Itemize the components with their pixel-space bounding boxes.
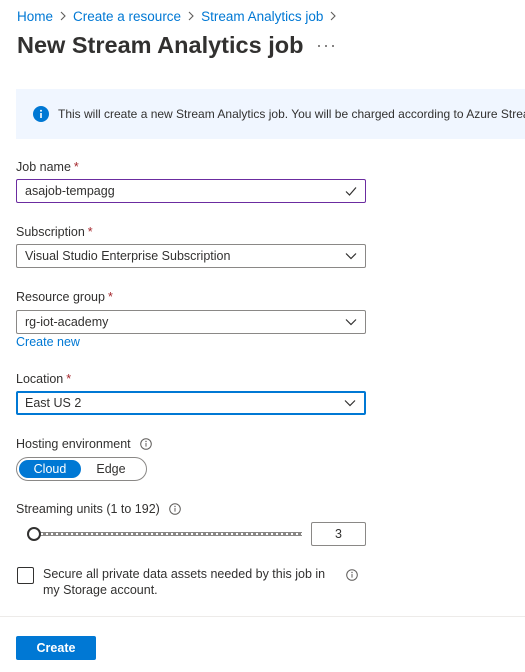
streaming-units-input[interactable]: 3 bbox=[311, 522, 366, 546]
info-banner: This will create a new Stream Analytics … bbox=[16, 89, 525, 139]
slider-thumb[interactable] bbox=[27, 527, 41, 541]
streaming-units-label: Streaming units (1 to 192) bbox=[16, 502, 181, 516]
job-name-value: asajob-tempagg bbox=[25, 184, 115, 198]
more-options-icon[interactable] bbox=[318, 41, 334, 51]
required-mark: * bbox=[87, 225, 93, 239]
subscription-dropdown[interactable]: Visual Studio Enterprise Subscription bbox=[16, 244, 366, 268]
footer-divider bbox=[0, 616, 525, 617]
chevron-right-icon bbox=[56, 9, 70, 24]
chevron-down-icon bbox=[345, 319, 357, 326]
info-circle-icon[interactable] bbox=[139, 438, 152, 450]
chevron-down-icon bbox=[345, 253, 357, 260]
location-value: East US 2 bbox=[25, 396, 82, 410]
resource-group-value: rg-iot-academy bbox=[25, 315, 109, 329]
hosting-environment-label: Hosting environment bbox=[16, 437, 152, 451]
required-mark: * bbox=[66, 372, 72, 386]
resource-group-dropdown[interactable]: rg-iot-academy bbox=[16, 310, 366, 334]
required-mark: * bbox=[107, 290, 113, 304]
info-circle-icon[interactable] bbox=[346, 569, 358, 581]
info-icon bbox=[33, 106, 49, 122]
job-name-label: Job name * bbox=[16, 160, 79, 174]
subscription-label-text: Subscription bbox=[16, 225, 85, 239]
subscription-value: Visual Studio Enterprise Subscription bbox=[25, 249, 231, 263]
breadcrumb-create-resource[interactable]: Create a resource bbox=[73, 9, 181, 24]
create-button[interactable]: Create bbox=[16, 636, 96, 660]
chevron-down-icon bbox=[344, 400, 356, 407]
chevron-right-icon bbox=[326, 9, 340, 24]
hosting-option-cloud[interactable]: Cloud bbox=[19, 460, 81, 478]
secure-assets-checkbox[interactable] bbox=[17, 567, 34, 584]
location-dropdown[interactable]: East US 2 bbox=[16, 391, 366, 415]
info-banner-text: This will create a new Stream Analytics … bbox=[58, 107, 525, 121]
breadcrumb-stream-analytics-job[interactable]: Stream Analytics job bbox=[201, 9, 323, 24]
subscription-label: Subscription * bbox=[16, 225, 93, 239]
required-mark: * bbox=[73, 160, 79, 174]
resource-group-label-text: Resource group bbox=[16, 290, 105, 304]
job-name-input[interactable]: asajob-tempagg bbox=[16, 179, 366, 203]
create-new-resource-group-link[interactable]: Create new bbox=[16, 335, 80, 349]
streaming-units-label-text: Streaming units (1 to 192) bbox=[16, 502, 160, 516]
page-title: New Stream Analytics job bbox=[17, 32, 304, 58]
slider-track[interactable] bbox=[33, 532, 302, 536]
hosting-environment-toggle: Cloud Edge bbox=[16, 457, 147, 481]
breadcrumb: Home Create a resource Stream Analytics … bbox=[17, 7, 343, 25]
hosting-option-edge[interactable]: Edge bbox=[81, 460, 141, 478]
streaming-units-slider[interactable] bbox=[27, 526, 302, 542]
location-label: Location * bbox=[16, 372, 71, 386]
resource-group-label: Resource group * bbox=[16, 290, 113, 304]
info-circle-icon[interactable] bbox=[169, 503, 181, 515]
checkmark-icon bbox=[345, 187, 357, 196]
job-name-label-text: Job name bbox=[16, 160, 71, 174]
location-label-text: Location bbox=[16, 372, 64, 386]
breadcrumb-home[interactable]: Home bbox=[17, 9, 53, 24]
hosting-environment-label-text: Hosting environment bbox=[16, 437, 131, 451]
chevron-right-icon bbox=[184, 9, 198, 24]
secure-assets-label: Secure all private data assets needed by… bbox=[43, 567, 326, 597]
